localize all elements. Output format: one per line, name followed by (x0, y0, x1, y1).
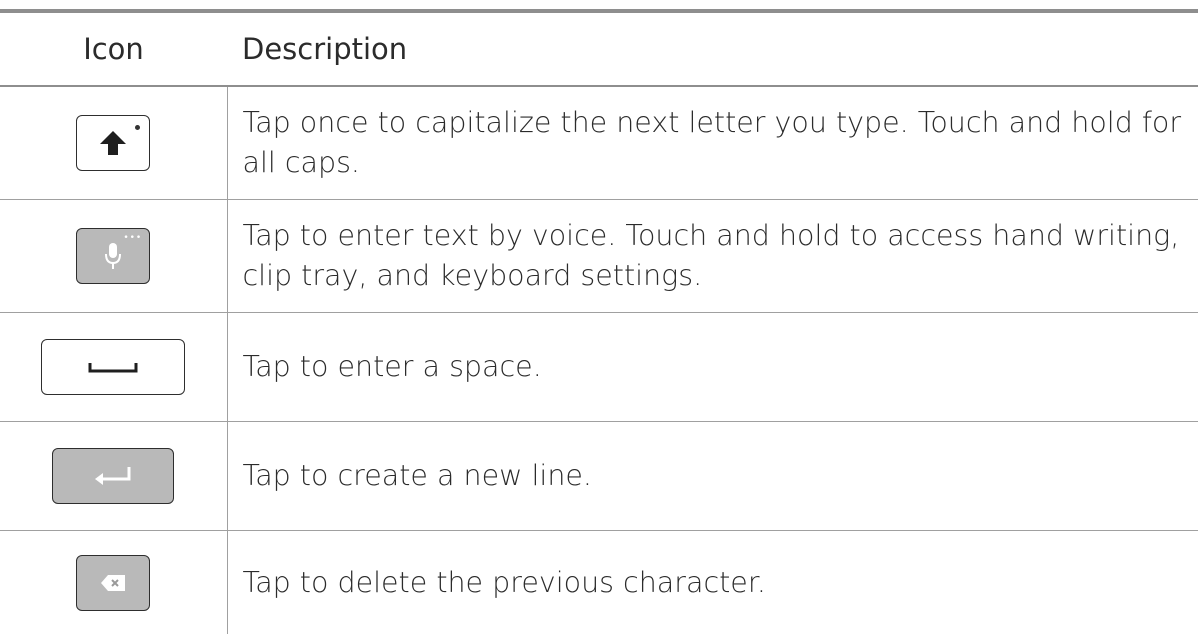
description-cell: Tap to enter text by voice. Touch and ho… (227, 200, 1198, 313)
table-row: Tap once to capitalize the next letter y… (0, 86, 1198, 200)
description-cell: Tap to delete the previous character. (227, 531, 1198, 634)
icon-cell (0, 422, 227, 531)
microphone-key-icon: ••• (76, 228, 150, 284)
shift-arrow-icon (98, 128, 128, 158)
table-row: Tap to enter a space. (0, 313, 1198, 422)
enter-key-icon (52, 448, 174, 504)
description-cell: Tap once to capitalize the next letter y… (227, 86, 1198, 200)
more-options-icon: ••• (123, 234, 142, 243)
icon-cell (0, 86, 227, 200)
table-row: Tap to delete the previous character. (0, 531, 1198, 634)
icon-cell (0, 531, 227, 634)
description-cell: Tap to create a new line. (227, 422, 1198, 531)
description-cell: Tap to enter a space. (227, 313, 1198, 422)
caps-dot-icon (135, 125, 140, 130)
description-column-header: Description (227, 13, 1198, 86)
table-row: ••• Tap to enter text by voice. Touch an… (0, 200, 1198, 313)
shift-key-icon (76, 115, 150, 171)
delete-key-icon (76, 555, 150, 611)
keyboard-icon-table: Icon Description Tap once to capitalize … (0, 13, 1198, 634)
space-key-icon (41, 339, 185, 395)
return-arrow-icon (91, 464, 135, 488)
icon-cell (0, 313, 227, 422)
space-bar-icon (88, 360, 138, 374)
table-row: Tap to create a new line. (0, 422, 1198, 531)
icon-cell: ••• (0, 200, 227, 313)
icon-column-header: Icon (0, 13, 227, 86)
microphone-icon (103, 241, 123, 271)
backspace-icon (99, 573, 127, 593)
table-header-row: Icon Description (0, 13, 1198, 86)
